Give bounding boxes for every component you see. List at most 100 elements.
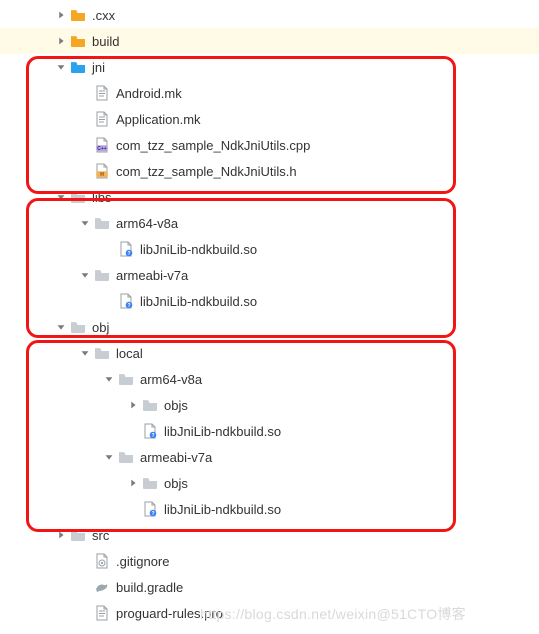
tree-row[interactable]: objs <box>0 470 539 496</box>
tree-row[interactable]: armeabi-v7a <box>0 262 539 288</box>
folder-icon <box>94 345 110 361</box>
tree-row[interactable]: Application.mk <box>0 106 539 132</box>
tree-row[interactable]: .gitignore <box>0 548 539 574</box>
header-file-icon: H <box>94 163 110 179</box>
svg-text:?: ? <box>127 303 130 309</box>
toggle-spacer <box>78 112 92 126</box>
tree-item-label: jni <box>92 60 105 75</box>
toggle-spacer <box>78 164 92 178</box>
tree-item-label: armeabi-v7a <box>140 450 212 465</box>
text-file-icon <box>94 85 110 101</box>
chevron-down-icon[interactable] <box>102 450 116 464</box>
tree-row[interactable]: local <box>0 340 539 366</box>
tree-row[interactable]: src <box>0 522 539 548</box>
tree-item-label: Android.mk <box>116 86 182 101</box>
tree-item-label: proguard-rules.pro <box>116 606 223 621</box>
gradle-file-icon <box>94 579 110 595</box>
tree-item-label: libJniLib-ndkbuild.so <box>140 294 257 309</box>
toggle-spacer <box>126 424 140 438</box>
folder-icon <box>70 189 86 205</box>
tree-item-label: .cxx <box>92 8 115 23</box>
toggle-spacer <box>102 294 116 308</box>
toggle-spacer <box>78 606 92 620</box>
tree-row[interactable]: Android.mk <box>0 80 539 106</box>
chevron-down-icon[interactable] <box>102 372 116 386</box>
toggle-spacer <box>102 242 116 256</box>
chevron-down-icon[interactable] <box>54 190 68 204</box>
tree-item-label: arm64-v8a <box>116 216 178 231</box>
tree-item-label: Application.mk <box>116 112 201 127</box>
tree-row[interactable]: C++ com_tzz_sample_NdkJniUtils.cpp <box>0 132 539 158</box>
project-tree[interactable]: .cxx build jni Android.mk Application.mk… <box>0 0 539 634</box>
cpp-file-icon: C++ <box>94 137 110 153</box>
chevron-down-icon[interactable] <box>54 320 68 334</box>
folder-icon <box>94 215 110 231</box>
tree-row[interactable]: armeabi-v7a <box>0 444 539 470</box>
toggle-spacer <box>78 554 92 568</box>
tree-item-label: libs <box>92 190 112 205</box>
folder-icon <box>70 7 86 23</box>
tree-row[interactable]: .cxx <box>0 2 539 28</box>
tree-item-label: armeabi-v7a <box>116 268 188 283</box>
folder-icon <box>142 475 158 491</box>
tree-row[interactable]: build.gradle <box>0 574 539 600</box>
tree-item-label: libJniLib-ndkbuild.so <box>140 242 257 257</box>
tree-row[interactable]: arm64-v8a <box>0 366 539 392</box>
tree-row[interactable]: ? libJniLib-ndkbuild.so <box>0 236 539 262</box>
tree-item-label: com_tzz_sample_NdkJniUtils.cpp <box>116 138 310 153</box>
tree-item-label: libJniLib-ndkbuild.so <box>164 424 281 439</box>
chevron-down-icon[interactable] <box>78 268 92 282</box>
tree-item-label: arm64-v8a <box>140 372 202 387</box>
folder-icon <box>142 397 158 413</box>
folder-icon <box>70 59 86 75</box>
tree-item-label: obj <box>92 320 109 335</box>
tree-item-label: src <box>92 528 109 543</box>
folder-icon <box>94 267 110 283</box>
chevron-right-icon[interactable] <box>54 34 68 48</box>
tree-row[interactable]: ? libJniLib-ndkbuild.so <box>0 288 539 314</box>
tree-item-label: libJniLib-ndkbuild.so <box>164 502 281 517</box>
tree-item-label: objs <box>164 476 188 491</box>
so-file-icon: ? <box>118 241 134 257</box>
svg-text:?: ? <box>151 433 154 439</box>
toggle-spacer <box>78 86 92 100</box>
text-file-icon <box>94 111 110 127</box>
chevron-down-icon[interactable] <box>54 60 68 74</box>
folder-icon <box>70 33 86 49</box>
gitignore-file-icon <box>94 553 110 569</box>
tree-item-label: objs <box>164 398 188 413</box>
tree-row[interactable]: ? libJniLib-ndkbuild.so <box>0 418 539 444</box>
tree-row[interactable]: objs <box>0 392 539 418</box>
so-file-icon: ? <box>142 423 158 439</box>
tree-row[interactable]: build <box>0 28 539 54</box>
chevron-right-icon[interactable] <box>54 528 68 542</box>
so-file-icon: ? <box>142 501 158 517</box>
tree-row[interactable]: proguard-rules.pro <box>0 600 539 626</box>
folder-icon <box>70 319 86 335</box>
chevron-right-icon[interactable] <box>54 8 68 22</box>
chevron-right-icon[interactable] <box>126 476 140 490</box>
folder-icon <box>118 449 134 465</box>
folder-icon <box>70 527 86 543</box>
chevron-down-icon[interactable] <box>78 216 92 230</box>
svg-text:C++: C++ <box>97 146 107 152</box>
tree-row[interactable]: jni <box>0 54 539 80</box>
tree-row[interactable]: ? libJniLib-ndkbuild.so <box>0 496 539 522</box>
tree-row[interactable]: arm64-v8a <box>0 210 539 236</box>
tree-row[interactable]: H com_tzz_sample_NdkJniUtils.h <box>0 158 539 184</box>
tree-item-label: build <box>92 34 119 49</box>
svg-text:?: ? <box>127 251 130 257</box>
tree-row[interactable]: libs <box>0 184 539 210</box>
tree-row[interactable]: obj <box>0 314 539 340</box>
svg-text:?: ? <box>151 511 154 517</box>
chevron-right-icon[interactable] <box>126 398 140 412</box>
tree-item-label: .gitignore <box>116 554 169 569</box>
chevron-down-icon[interactable] <box>78 346 92 360</box>
toggle-spacer <box>78 138 92 152</box>
toggle-spacer <box>126 502 140 516</box>
tree-item-label: local <box>116 346 143 361</box>
svg-text:H: H <box>100 172 104 178</box>
toggle-spacer <box>78 580 92 594</box>
tree-item-label: com_tzz_sample_NdkJniUtils.h <box>116 164 297 179</box>
so-file-icon: ? <box>118 293 134 309</box>
